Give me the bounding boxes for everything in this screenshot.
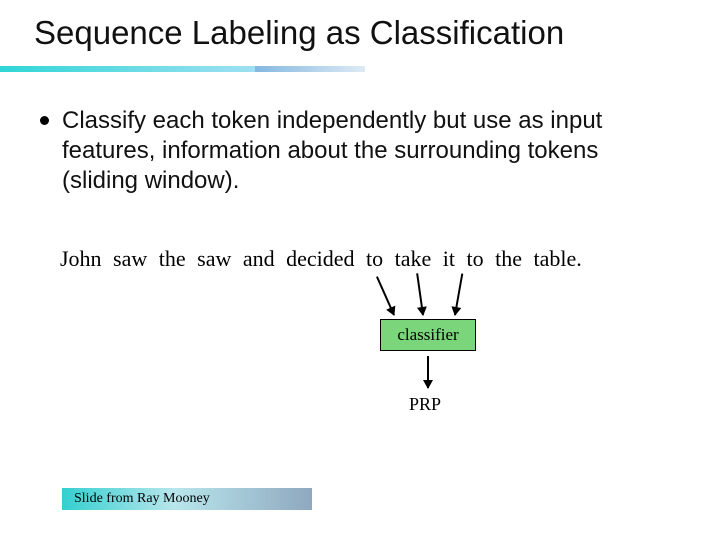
arrow-input-left	[376, 276, 395, 315]
title-underline-right	[255, 66, 365, 72]
output-tag: PRP	[409, 394, 441, 415]
classifier-box: classifier	[380, 319, 476, 351]
footer-attribution: Slide from Ray Mooney	[62, 488, 312, 510]
bullet-dot-icon	[40, 116, 49, 125]
bullet-item: Classify each token independently but us…	[62, 106, 680, 196]
arrow-input-center	[416, 273, 424, 315]
footer-text: Slide from Ray Mooney	[74, 491, 210, 507]
arrow-input-right	[454, 273, 463, 315]
slide-title: Sequence Labeling as Classification	[34, 14, 564, 52]
bullet-text: Classify each token independently but us…	[62, 107, 602, 194]
title-underline-left	[0, 66, 255, 72]
example-sentence: John saw the saw and decided to take it …	[60, 246, 582, 272]
arrow-output	[427, 356, 429, 388]
classifier-label: classifier	[397, 325, 458, 345]
